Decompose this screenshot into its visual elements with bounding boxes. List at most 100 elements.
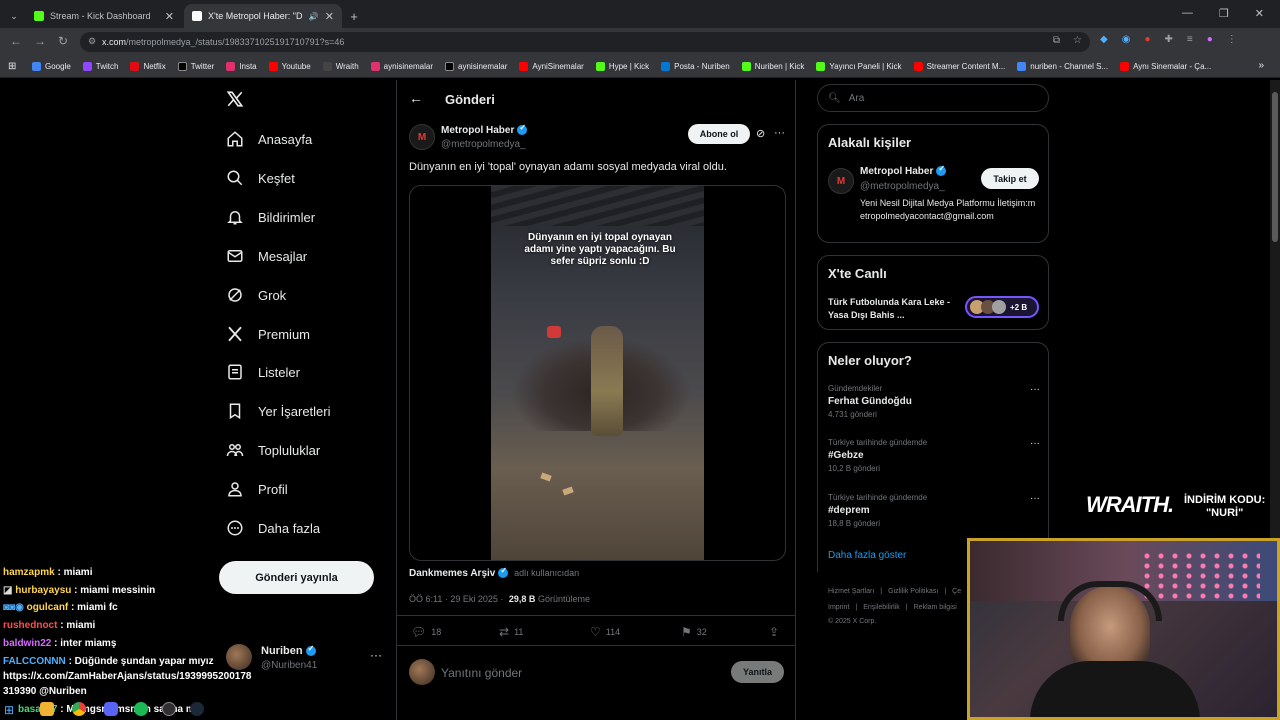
forward-icon[interactable]: →	[34, 34, 46, 48]
reply-action[interactable]: 💬︎ 18	[411, 625, 441, 639]
nav-communities[interactable]: Topluluklar	[226, 441, 320, 459]
x-logo-icon[interactable]	[226, 90, 244, 108]
tab-x-post[interactable]: X'te Metropol Haber: "Düny 🔊 ✕	[184, 4, 342, 28]
author-avatar[interactable]: M	[409, 124, 435, 150]
maximize-icon[interactable]: ❐	[1219, 7, 1229, 20]
bookmark[interactable]: Google	[32, 62, 71, 71]
more-icon[interactable]: ···	[1030, 384, 1040, 395]
spotify-icon[interactable]	[134, 702, 148, 716]
reload-icon[interactable]: ↻	[58, 34, 68, 48]
reply-input[interactable]: Yanıtını gönder	[441, 666, 522, 680]
footer-link[interactable]: Hizmet Şartları	[828, 588, 874, 595]
bookmark[interactable]: Insta	[226, 62, 257, 71]
bookmark[interactable]: Aynı Sinemalar - Ça...	[1120, 62, 1211, 71]
bookmark[interactable]: nuriben - Channel S...	[1017, 62, 1108, 71]
more-icon[interactable]: ···	[370, 648, 382, 662]
bookmark[interactable]: AyniSinemalar	[519, 62, 584, 71]
nav-grok[interactable]: Grok	[226, 286, 286, 304]
nav-bookmarks[interactable]: Yer İşaretleri	[226, 402, 331, 420]
bookmark[interactable]: Nuriben | Kick	[741, 62, 804, 71]
chevron-right-icon[interactable]: »	[1258, 60, 1264, 71]
search-input[interactable]: 🔍︎ Ara	[817, 84, 1049, 112]
footer-link[interactable]: Reklam bilgisi	[914, 604, 957, 611]
footer-link[interactable]: Gizlilik Politikası	[888, 588, 938, 595]
post-button[interactable]: Gönderi yayınla	[219, 561, 374, 594]
more-icon[interactable]: ···	[774, 127, 785, 139]
shield-icon[interactable]: ◆	[1100, 34, 1108, 45]
bookmark[interactable]: Yayıncı Paneli | Kick	[816, 62, 902, 71]
menu-icon[interactable]: ⋮	[1227, 34, 1237, 45]
follow-button[interactable]: Takip et	[981, 168, 1039, 189]
reply-button[interactable]: Yanıtla	[731, 661, 784, 683]
back-arrow-icon[interactable]: ←	[409, 90, 423, 106]
minimize-icon[interactable]: —	[1182, 7, 1193, 20]
nav-more[interactable]: Daha fazla	[226, 519, 320, 537]
back-icon[interactable]: ←	[10, 34, 22, 48]
share-icon[interactable]: ⇪	[769, 625, 779, 639]
chrome-icon[interactable]	[72, 702, 86, 716]
nav-premium[interactable]: Premium	[226, 325, 310, 343]
windows-start-icon[interactable]: ⊞	[4, 703, 14, 717]
bookmark-star-icon[interactable]: ☆	[1073, 35, 1082, 46]
footer-link[interactable]: Erişilebilirlik	[863, 604, 900, 611]
nav-profile[interactable]: Profil	[226, 480, 288, 498]
close-window-icon[interactable]: ✕	[1255, 7, 1264, 20]
nav-home[interactable]: Anasayfa	[226, 130, 312, 148]
bookmark[interactable]: Youtube	[268, 62, 311, 71]
repost-action[interactable]: ⇄ 11	[499, 625, 523, 639]
scrollbar-thumb[interactable]	[1272, 92, 1278, 242]
close-icon[interactable]: ✕	[325, 10, 334, 23]
folder-icon[interactable]	[40, 702, 54, 716]
footer-link[interactable]: Çe	[952, 588, 961, 595]
nav-notifications[interactable]: Bildirimler	[226, 208, 315, 226]
live-participants[interactable]: +2 B	[965, 296, 1039, 318]
bookmark[interactable]: Twitch	[82, 62, 118, 71]
site-info-icon[interactable]: ⚙	[88, 36, 96, 47]
apps-icon[interactable]: ⊞	[8, 61, 16, 72]
obs-icon[interactable]	[162, 702, 176, 716]
bookmark[interactable]: Twitter	[177, 62, 214, 71]
bookmark[interactable]: Posta - Nuriben	[661, 62, 730, 71]
discord-icon[interactable]	[104, 702, 118, 716]
bookmark[interactable]: Wraith	[322, 62, 359, 71]
tab-search-button[interactable]: ⌄	[4, 4, 24, 28]
more-icon[interactable]: ···	[1030, 438, 1040, 449]
nav-messages[interactable]: Mesajlar	[226, 247, 307, 265]
source-name[interactable]: Dankmemes Arşiv	[409, 568, 495, 579]
extension-icon[interactable]: ●	[1144, 34, 1150, 45]
steam-icon[interactable]	[190, 702, 204, 716]
nav-lists[interactable]: Listeler	[226, 363, 300, 381]
bookmark[interactable]: Hype | Kick	[595, 62, 649, 71]
more-icon[interactable]: ···	[1030, 493, 1040, 504]
author-handle[interactable]: @metropolmedya_	[441, 139, 526, 150]
post-timestamp[interactable]: ÖÖ 6:11 · 29 Eki 2025 ·	[409, 594, 503, 604]
bookmark-action[interactable]: ⚑ 32	[681, 625, 707, 639]
bookmark[interactable]: Netflix	[130, 62, 166, 71]
puzzle-icon[interactable]: ✚	[1164, 34, 1172, 45]
live-space-title[interactable]: Türk Futbolunda Kara Leke - Yasa Dışı Ba…	[828, 296, 953, 322]
subscribe-button[interactable]: Abone ol	[688, 124, 750, 144]
close-icon[interactable]: ✕	[165, 10, 174, 23]
video-player[interactable]: Dünyanın en iyi topal oynayan adamı yine…	[409, 185, 786, 561]
footer-link[interactable]: Imprint	[828, 604, 849, 611]
nav-explore[interactable]: Keşfet	[226, 169, 295, 187]
trend-item[interactable]: Türkiye tarihinde gündemde #deprem 18,8 …	[828, 493, 1040, 528]
bookmark[interactable]: aynisinemalar	[370, 62, 433, 71]
tab-kick-dashboard[interactable]: Stream - Kick Dashboard ✕	[26, 4, 182, 28]
bookmark[interactable]: Streamer Content M...	[913, 62, 1005, 71]
like-action[interactable]: ♡ 114	[590, 625, 620, 639]
new-tab-button[interactable]: +	[344, 4, 364, 28]
bookmark[interactable]: aynisinemalar	[445, 62, 507, 71]
grok-icon[interactable]: ⊘	[756, 127, 765, 140]
avatar[interactable]: ●	[1207, 34, 1213, 45]
trend-item[interactable]: Gündemdekiler Ferhat Gündoğdu 4.731 gönd…	[828, 384, 1040, 419]
show-more-link[interactable]: Daha fazla göster	[828, 550, 906, 561]
trend-item[interactable]: Türkiye tarihinde gündemde #Gebze 10,2 B…	[828, 438, 1040, 473]
address-bar[interactable]: ⚙ x.com/metropolmedya_/status/1983371025…	[80, 32, 1090, 52]
media-icon[interactable]: ≡	[1187, 34, 1193, 45]
extension-icon[interactable]: ◉	[1122, 34, 1131, 45]
account-switcher[interactable]: Nuriben @Nuriben41 ···	[226, 644, 386, 674]
install-icon[interactable]: ⧉	[1053, 35, 1060, 46]
verified-icon	[936, 164, 947, 177]
author-avatar[interactable]: M	[828, 168, 854, 194]
